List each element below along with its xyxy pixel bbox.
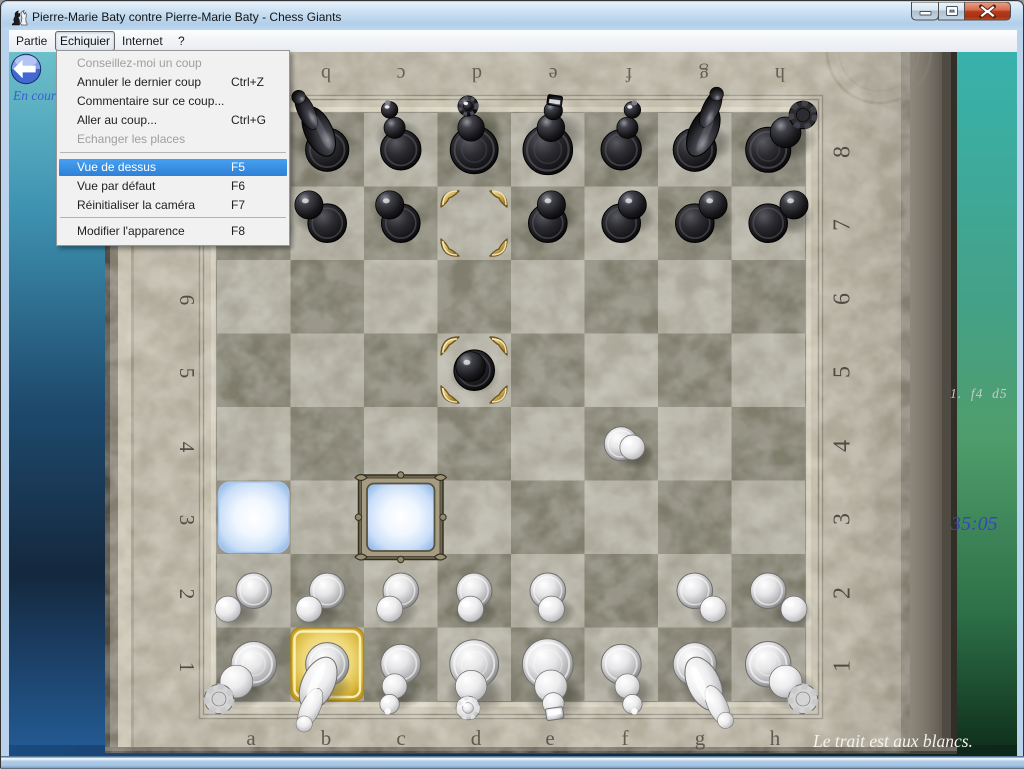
svg-text:Le trait est aux blancs.: Le trait est aux blancs. (812, 731, 973, 751)
svg-text:g: g (695, 726, 706, 750)
svg-text:h: h (775, 63, 785, 85)
svg-text:b: b (321, 63, 331, 85)
svg-text:f: f (625, 63, 632, 85)
svg-text:4: 4 (830, 440, 856, 452)
svg-text:7: 7 (830, 219, 856, 231)
svg-text:d: d (472, 63, 482, 85)
svg-text:b: b (321, 726, 332, 750)
svg-text:4: 4 (175, 442, 199, 453)
svg-text:g: g (699, 63, 709, 85)
svg-text:5: 5 (830, 366, 856, 378)
svg-text:e: e (548, 63, 557, 85)
svg-text:c: c (396, 63, 405, 85)
svg-text:2: 2 (830, 587, 856, 599)
svg-text:35:05: 35:05 (950, 513, 998, 535)
svg-text:f: f (622, 726, 629, 750)
svg-text:6: 6 (175, 295, 199, 306)
svg-text:2: 2 (175, 589, 199, 600)
svg-text:1: 1 (830, 660, 856, 672)
svg-text:1: 1 (175, 662, 199, 673)
svg-text:h: h (770, 726, 781, 750)
svg-text:6: 6 (830, 293, 856, 305)
svg-text:e: e (545, 726, 554, 750)
svg-text:c: c (396, 726, 405, 750)
svg-text:d: d (471, 726, 482, 750)
svg-text:1. f4 d5: 1. f4 d5 (950, 386, 1008, 401)
svg-text:5: 5 (175, 368, 199, 379)
svg-text:3: 3 (830, 513, 856, 525)
svg-text:8: 8 (830, 146, 856, 158)
svg-text:3: 3 (175, 515, 199, 526)
svg-text:a: a (246, 726, 256, 750)
